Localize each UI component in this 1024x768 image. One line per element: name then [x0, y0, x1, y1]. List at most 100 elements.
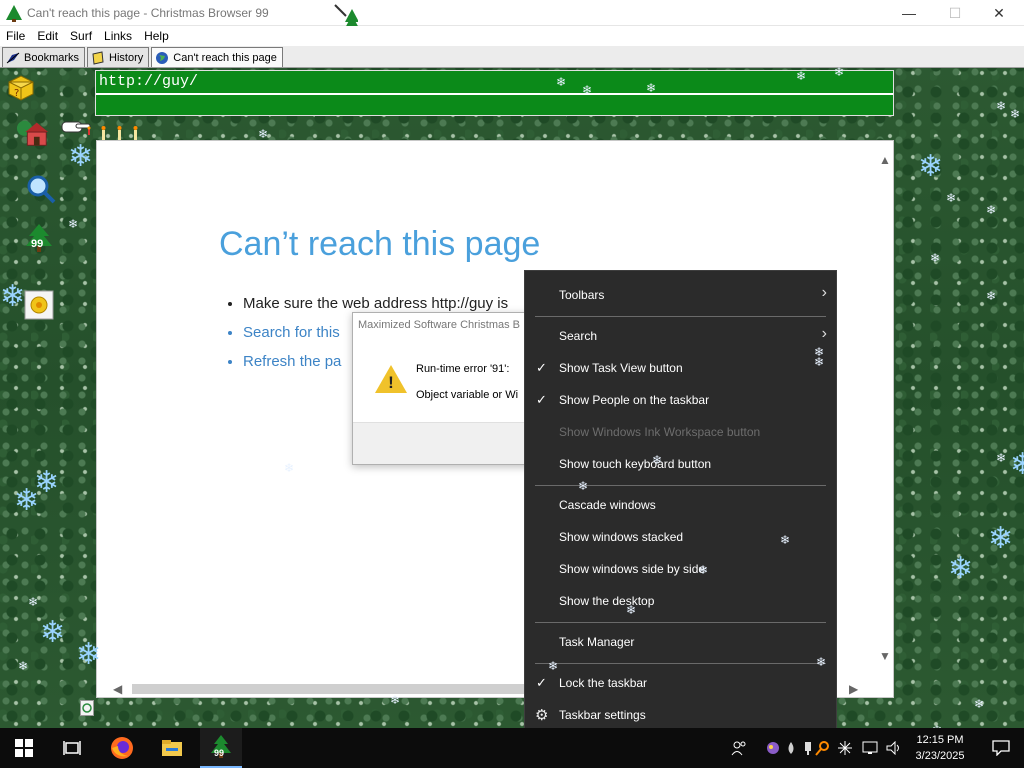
- menu-item-taskbar-settings[interactable]: ⚙ Taskbar settings: [525, 699, 836, 731]
- snowflake-icon: ❄: [816, 655, 827, 669]
- menu-item-search[interactable]: Search ›: [525, 320, 836, 352]
- menu-item-touch-keyboard[interactable]: Show touch keyboard button: [525, 448, 836, 480]
- menu-edit[interactable]: Edit: [31, 29, 64, 43]
- menu-links[interactable]: Links: [98, 29, 138, 43]
- menu-surf[interactable]: Surf: [64, 29, 98, 43]
- scroll-down-icon[interactable]: ▼: [879, 649, 891, 663]
- recycle-icon[interactable]: [80, 700, 94, 716]
- snowflake-icon: ❄: [988, 522, 1014, 555]
- home-icon[interactable]: [16, 116, 50, 150]
- people-button[interactable]: [728, 728, 750, 768]
- snowflake-icon: ❄: [652, 453, 663, 467]
- file-explorer-button[interactable]: [148, 728, 196, 768]
- snowflake-icon: ❄: [996, 451, 1007, 465]
- url-input[interactable]: http://guy/: [96, 71, 893, 95]
- chevron-right-icon: ›: [821, 284, 827, 301]
- snowflake-icon: ❄: [918, 150, 944, 183]
- firefox-icon: [111, 737, 133, 759]
- firefox-button[interactable]: [98, 728, 146, 768]
- snowflake-icon: ❄: [930, 251, 941, 265]
- close-button[interactable]: ✕: [976, 0, 1022, 26]
- snowflake-icon: ❄: [14, 484, 40, 517]
- menu-item-people[interactable]: ✓ Show People on the taskbar: [525, 384, 836, 416]
- warning-mark: !: [388, 373, 394, 392]
- tab-bookmarks[interactable]: Bookmarks: [2, 47, 86, 67]
- volume-icon[interactable]: [884, 728, 904, 768]
- error-dialog: Maximized Software Christmas B ! Run-tim…: [352, 312, 552, 465]
- snowflake-icon: ❄: [834, 65, 845, 79]
- christmas-tree-99-icon[interactable]: 99: [22, 222, 56, 256]
- maximize-button[interactable]: ☐: [932, 0, 978, 26]
- tab-label: History: [109, 51, 144, 64]
- snowflake-icon: ❄: [556, 75, 567, 89]
- tab-label: Can't reach this page: [173, 51, 277, 64]
- snowflake-icon: ❄: [0, 280, 26, 313]
- svg-text:?: ?: [14, 88, 19, 99]
- snowflake-icon: ❄: [646, 81, 657, 95]
- scroll-thumb[interactable]: [132, 684, 532, 694]
- checkmark-icon: ✓: [536, 392, 547, 407]
- menu-item-cascade[interactable]: Cascade windows: [525, 489, 836, 521]
- scroll-right-icon[interactable]: ▶: [849, 682, 858, 696]
- address-bar[interactable]: http://guy/: [95, 70, 894, 116]
- water-drop-icon[interactable]: [784, 728, 798, 768]
- menu-help[interactable]: Help: [138, 29, 175, 43]
- menu-item-side-by-side[interactable]: Show windows side by side: [525, 553, 836, 585]
- history-icon: [91, 50, 105, 65]
- scroll-up-icon[interactable]: ▲: [879, 153, 891, 167]
- christmas-tree-icon: [5, 4, 23, 22]
- pointing-hand-icon[interactable]: [60, 116, 100, 138]
- sun-ornament-icon[interactable]: [22, 288, 56, 322]
- start-button[interactable]: [0, 728, 48, 768]
- menu-item-label: Show Task View button: [559, 361, 683, 375]
- menu-item-toolbars[interactable]: Toolbars ›: [525, 279, 836, 311]
- tab-label: Bookmarks: [24, 51, 80, 64]
- task-view-button[interactable]: [48, 728, 96, 768]
- menu-item-label: Show the desktop: [559, 594, 655, 608]
- magnifier-search-icon[interactable]: [24, 172, 58, 206]
- clock-time: 12:15 PM: [916, 734, 964, 746]
- snowflake-icon: ❄: [582, 83, 593, 97]
- dialog-error-title: Run-time error '91':: [416, 363, 510, 375]
- checkmark-icon: ✓: [536, 675, 547, 690]
- menu-separator: [535, 663, 826, 664]
- christmas-browser-taskbar-button[interactable]: 99: [200, 728, 242, 768]
- menu-item-label: Task Manager: [559, 635, 635, 649]
- snowflake-icon: ❄: [40, 616, 66, 649]
- action-center-button[interactable]: [978, 728, 1024, 768]
- tray-app-icon[interactable]: [764, 728, 782, 768]
- snowflake-icon: ❄: [1010, 448, 1024, 481]
- menu-item-task-view[interactable]: ✓ Show Task View button: [525, 352, 836, 384]
- dialog-body: ! Run-time error '91': Object variable o…: [353, 343, 551, 423]
- network-icon[interactable]: [860, 728, 880, 768]
- menu-item-lock-taskbar[interactable]: ✓ Lock the taskbar: [525, 667, 836, 699]
- gift-box-icon[interactable]: ?: [4, 70, 38, 104]
- window-title: Can't reach this page - Christmas Browse…: [27, 5, 269, 20]
- menu-file[interactable]: File: [0, 29, 31, 43]
- dialog-title: Maximized Software Christmas B: [358, 319, 520, 331]
- chevron-right-icon: ›: [821, 325, 827, 342]
- taskbar: 99 12:15 PM 3/23/2025: [0, 728, 1024, 768]
- candles-icon: [100, 124, 144, 140]
- menu-item-task-manager[interactable]: Task Manager: [525, 626, 836, 658]
- tray-star-icon[interactable]: [836, 728, 854, 768]
- menu-item-label: Lock the taskbar: [559, 676, 648, 690]
- task-view-icon: [63, 741, 81, 755]
- menu-item-show-desktop[interactable]: Show the desktop: [525, 585, 836, 617]
- menu-item-label: Cascade windows: [559, 498, 656, 512]
- people-icon: [731, 741, 746, 756]
- scroll-left-icon[interactable]: ◀: [113, 682, 122, 696]
- clock[interactable]: 12:15 PM 3/23/2025: [904, 732, 976, 764]
- notification-icon: [992, 740, 1010, 756]
- gear-icon: ⚙: [535, 707, 549, 724]
- snowflake-icon: ❄: [698, 563, 709, 577]
- menu-separator: [535, 316, 826, 317]
- tab-history[interactable]: History: [87, 47, 150, 67]
- snowflake-icon: ❄: [548, 659, 559, 673]
- tray-search-icon[interactable]: [814, 728, 832, 768]
- menu-item-label: Show Windows Ink Workspace button: [559, 425, 761, 439]
- vertical-scrollbar[interactable]: ▲ ▼: [876, 141, 893, 681]
- minimize-button[interactable]: —: [886, 0, 932, 26]
- tab-current-page[interactable]: Can't reach this page: [151, 47, 283, 67]
- address-second-row[interactable]: [96, 95, 893, 119]
